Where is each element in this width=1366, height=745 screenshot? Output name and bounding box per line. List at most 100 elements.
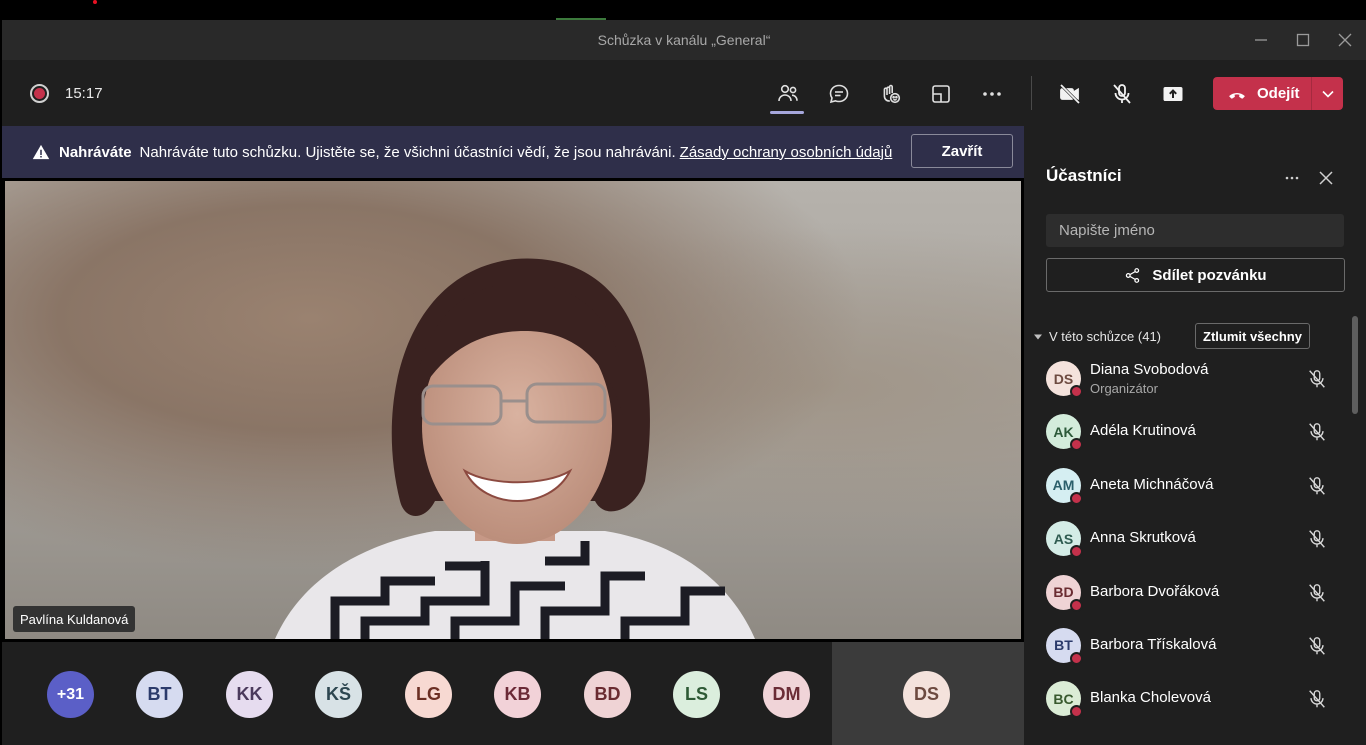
participant-list: DS Diana Svobodová Organizátor AK Adéla Krut…	[1046, 359, 1346, 733]
top-strip	[0, 0, 1366, 20]
reactions-icon[interactable]	[872, 76, 908, 112]
meeting-timer: 15:17	[65, 85, 103, 102]
mic-off-icon[interactable]	[1306, 421, 1328, 443]
leave-options-button[interactable]	[1312, 77, 1343, 110]
mic-off-icon[interactable]	[1306, 582, 1328, 604]
strip-avatar[interactable]: KB	[494, 671, 541, 718]
participant-search-input[interactable]	[1046, 214, 1344, 247]
participant-initials: BT	[1054, 637, 1073, 654]
leave-main[interactable]: Odejít	[1213, 77, 1311, 110]
presence-busy-icon	[1070, 598, 1083, 612]
privacy-policy-link[interactable]: Zásady ochrany osobních údajů	[680, 144, 893, 161]
camera-off-icon[interactable]	[1052, 76, 1088, 112]
mic-off-icon[interactable]	[1306, 475, 1328, 497]
banner-close-button[interactable]: Zavřít	[911, 134, 1013, 168]
participant-role: Organizátor	[1090, 381, 1158, 396]
strip-avatar[interactable]: BD	[584, 671, 631, 718]
banner-title: Nahráváte	[59, 143, 132, 161]
participant-name: Anna Skrutková	[1090, 529, 1196, 547]
participant-avatar: AK	[1046, 414, 1083, 452]
self-avatar: DS	[903, 671, 950, 718]
strip-avatar[interactable]: LS	[673, 671, 720, 718]
panel-close-icon[interactable]	[1314, 166, 1338, 190]
participants-active-indicator	[770, 111, 804, 114]
more-icon[interactable]	[974, 76, 1010, 112]
strip-avatar[interactable]: KŠ	[315, 671, 362, 718]
participant-row[interactable]: AS Anna Skrutková	[1046, 519, 1346, 572]
participant-avatar: BT	[1046, 627, 1083, 665]
mic-off-icon[interactable]	[1306, 528, 1328, 550]
participant-initials: AS	[1053, 530, 1074, 547]
participant-avatar: DS	[1046, 361, 1083, 398]
leave-button[interactable]: Odejít	[1213, 77, 1343, 110]
chat-icon[interactable]	[821, 76, 857, 112]
window-title: Schůzka v kanálu „General“	[597, 32, 771, 48]
phone-hangup-icon	[1229, 92, 1245, 99]
participant-avatar: AM	[1046, 467, 1083, 505]
presence-busy-icon	[1070, 651, 1083, 665]
caret-down-icon	[1034, 334, 1042, 339]
chevron-down-icon	[1321, 90, 1334, 98]
leave-label: Odejít	[1257, 85, 1300, 102]
participant-row[interactable]: DS Diana Svobodová Organizátor	[1046, 359, 1346, 412]
strip-avatar[interactable]: KK	[226, 671, 273, 718]
in-meeting-section-toggle[interactable]: V této schůzce (41)	[1034, 329, 1161, 344]
main-video	[5, 181, 1021, 639]
presence-busy-icon	[1070, 491, 1083, 505]
window-controls	[1240, 20, 1366, 60]
strip-avatar[interactable]: +31	[47, 671, 94, 718]
strip-avatar[interactable]: DM	[763, 671, 810, 718]
speaker-video-frame	[275, 258, 755, 639]
window-titlebar: Schůzka v kanálu „General“	[2, 20, 1366, 60]
speaker-name-tag: Pavlína Kuldanová	[13, 606, 136, 632]
participant-initials: DS	[1053, 370, 1074, 387]
maximize-icon[interactable]	[1282, 20, 1324, 60]
participant-avatar: BC	[1046, 681, 1083, 719]
strip-avatar[interactable]: LG	[405, 671, 452, 718]
participant-initials: AM	[1052, 477, 1075, 494]
section-label: V této schůzce (41)	[1049, 329, 1161, 344]
warning-icon	[32, 144, 50, 160]
participant-avatar: AS	[1046, 521, 1083, 559]
participant-name: Blanka Cholevová	[1090, 689, 1211, 707]
recording-indicator-dot	[93, 0, 97, 4]
mic-off-icon[interactable]	[1104, 76, 1140, 112]
participant-row[interactable]: AK Adéla Krutinová	[1046, 412, 1346, 465]
participant-initials: BD	[1053, 584, 1074, 601]
participant-row[interactable]: BT Barbora Třískalová	[1046, 626, 1346, 679]
recording-icon	[30, 84, 49, 103]
presence-busy-icon	[1070, 705, 1083, 719]
participant-row[interactable]: BD Barbora Dvořáková	[1046, 573, 1346, 626]
participant-name: Diana Svobodová	[1090, 361, 1209, 378]
rooms-icon[interactable]	[923, 76, 959, 112]
panel-title: Účastníci	[1046, 166, 1122, 185]
participants-icon[interactable]	[770, 76, 806, 112]
participant-name: Aneta Michnáčová	[1090, 475, 1214, 493]
share-invite-label: Sdílet pozvánku	[1152, 266, 1267, 284]
meeting-toolbar: 15:17 Odejít	[2, 60, 1366, 126]
self-video-tile[interactable]: DS	[832, 642, 1024, 745]
participant-row[interactable]: BC Blanka Cholevová	[1046, 679, 1346, 732]
close-icon[interactable]	[1324, 20, 1366, 60]
minimize-icon[interactable]	[1240, 20, 1282, 60]
panel-scrollbar[interactable]	[1352, 316, 1358, 414]
share-invite-button[interactable]: Sdílet pozvánku	[1046, 258, 1345, 292]
participant-row[interactable]: AM Aneta Michnáčová	[1046, 466, 1346, 519]
banner-text: Nahráváte tuto schůzku. Ujistěte se, že …	[139, 143, 676, 161]
participant-name: Barbora Dvořáková	[1090, 582, 1220, 600]
panel-more-icon[interactable]	[1280, 166, 1304, 190]
participants-avatar-strip: +31 BT KK KŠ LG KB BD LS DM	[2, 642, 832, 745]
strip-avatar[interactable]: BT	[136, 671, 183, 718]
presence-busy-icon	[1070, 385, 1083, 398]
participant-name: Adéla Krutinová	[1090, 422, 1196, 440]
share-tray-icon[interactable]	[1155, 76, 1191, 112]
mic-off-icon[interactable]	[1306, 368, 1328, 390]
participants-panel: Účastníci Sdílet pozvánku V této schůzce…	[1024, 126, 1366, 745]
share-icon	[1126, 267, 1140, 283]
presence-busy-icon	[1070, 545, 1083, 559]
mic-off-icon[interactable]	[1306, 635, 1328, 657]
presence-busy-icon	[1070, 438, 1083, 452]
mic-off-icon[interactable]	[1306, 688, 1328, 710]
mute-all-button[interactable]: Ztlumit všechny	[1195, 323, 1310, 349]
toolbar-separator	[1031, 76, 1032, 110]
